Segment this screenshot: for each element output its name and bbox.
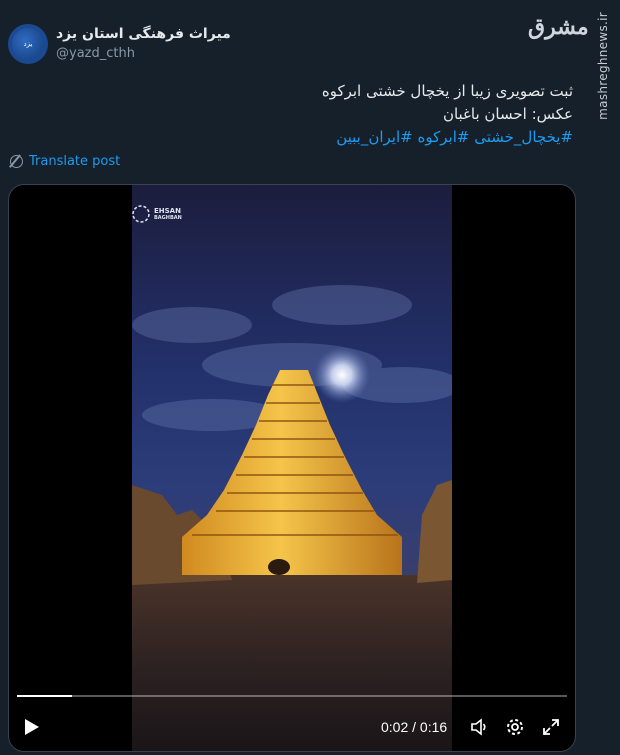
post-line-1: ثبت تصویری زیبا از یخچال خشتی ابرکوه (321, 82, 573, 100)
hashtags: #یخچال_خشتی #ابرکوه #ایران_ببین (33, 126, 573, 149)
hashtag-link[interactable]: #ایران_ببین (336, 128, 413, 146)
avatar-emblem: یزد (12, 28, 44, 60)
current-time: 0:02 (381, 719, 409, 735)
post-text: ثبت تصویری زیبا از یخچال خشتی ابرکوه عکس… (33, 80, 573, 149)
video-player[interactable]: EHSAN BAGHBAN 0:02 / 0:16 (8, 184, 576, 752)
author-handle[interactable]: @yazd_cthh (56, 46, 135, 61)
avatar[interactable]: یزد (8, 24, 48, 64)
photographer-logo-text: EHSAN (154, 207, 181, 215)
mashregh-logo: مشرق (528, 14, 589, 40)
gear-icon[interactable] (505, 717, 525, 737)
volume-icon[interactable] (469, 717, 489, 737)
video-time: 0:02 / 0:16 (381, 719, 447, 735)
video-progress-fill (17, 695, 72, 697)
dome-doorway (268, 559, 290, 575)
duration: 0:16 (419, 719, 448, 735)
play-icon[interactable] (21, 717, 41, 737)
post-line-2: عکس: احسان باغبان (442, 105, 573, 123)
translate-icon (10, 155, 23, 168)
fullscreen-icon[interactable] (541, 717, 561, 737)
video-frame[interactable] (132, 185, 452, 751)
moon (314, 347, 370, 403)
photographer-logo-sub: BAGHBAN (154, 215, 182, 221)
hashtag-link[interactable]: #ابرکوه (418, 128, 470, 146)
translate-post-button[interactable]: Translate post (10, 154, 120, 169)
time-separator: / (412, 719, 417, 735)
site-watermark: mashreghnews.ir (596, 12, 610, 120)
translate-label: Translate post (29, 154, 121, 169)
photographer-watermark: EHSAN BAGHBAN (132, 205, 182, 223)
video-controls: 0:02 / 0:16 (9, 707, 575, 747)
hashtag-link[interactable]: #یخچال_خشتی (474, 128, 573, 146)
avatar-text: یزد (23, 39, 33, 48)
photographer-logo-icon (132, 205, 150, 223)
video-progress-bar[interactable] (17, 695, 567, 697)
author-name[interactable]: میراث فرهنگی استان یزد (56, 26, 231, 42)
